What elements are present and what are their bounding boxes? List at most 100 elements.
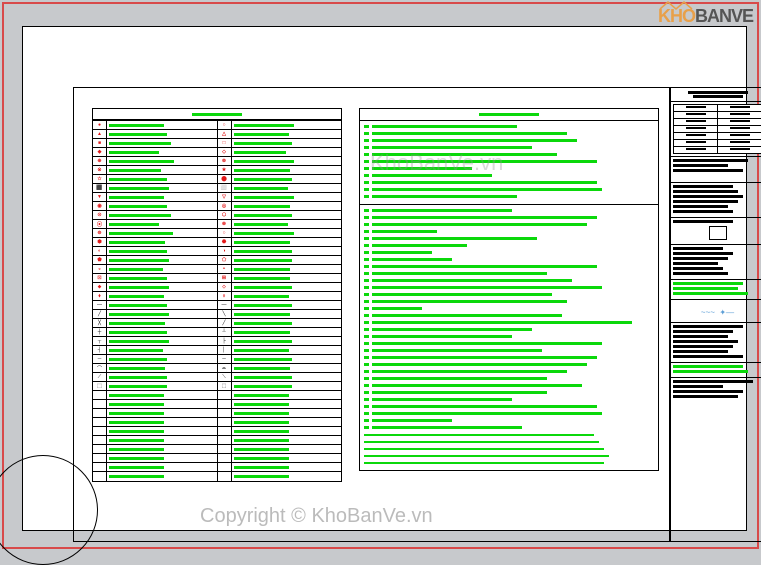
note-line [364,341,654,346]
legend-desc [232,292,342,300]
legend-symbol [93,436,107,444]
bullet-icon [364,230,369,233]
legend-desc [232,301,342,309]
legend-symbol: ⟍ [218,373,232,381]
legend-row: ⊕⊗ [93,157,341,166]
legend-row: ⌒⌓ [93,364,341,373]
legend-row [93,409,341,418]
legend-symbol: ⬡ [218,211,232,219]
legend-desc [232,247,342,255]
titleblock-section [671,363,761,378]
legend-desc [107,301,218,309]
legend-desc [232,148,342,156]
bullet-icon [364,139,369,142]
bullet-icon [364,293,369,296]
note-line [364,285,654,290]
legend-desc [107,400,218,408]
legend-symbol: ⬚ [93,382,107,390]
legend-symbol: ▼ [93,193,107,201]
legend-row [93,400,341,409]
legend-symbol: ⬟ [93,256,107,264]
legend-desc [232,202,342,210]
bullet-icon [364,391,369,394]
legend-symbol: ⬧ [93,292,107,300]
legend-symbol: ⊛ [218,220,232,228]
legend-desc [232,193,342,201]
legend-symbol [218,400,232,408]
note-line [364,250,654,255]
legend-desc [232,175,342,183]
legend-symbol: ⬢ [93,238,107,246]
legend-row: ⬛⬜ [93,184,341,193]
legend-row: ◒◓ [93,265,341,274]
note-paragraph-line [364,453,654,458]
bullet-icon [364,398,369,401]
legend-row: ▲△ [93,130,341,139]
legend-symbol: ● [93,121,107,129]
signature-sketch: ✦— [719,308,734,317]
legend-symbol: ╳ [93,319,107,327]
bullet-icon [364,209,369,212]
drawing-canvas: ●○▲△■□◆◇⊕⊗※★☆⬤⬛⬜▼▽◉◎⊙⬡⦿⊛⊚○⬢⬣◐◑⬟⬠◒◓⊡⊞⬥⬦⬧⬨… [22,26,747,531]
legend-desc [232,436,342,444]
legend-symbol: ⬤ [218,175,232,183]
note-line [364,411,654,416]
legend-symbol: ⬚ [218,382,232,390]
legend-desc [107,319,218,327]
bullet-icon [364,363,369,366]
legend-desc [107,409,218,417]
legend-symbol: ◒ [93,265,107,273]
legend-desc [232,139,342,147]
legend-desc [107,283,218,291]
legend-symbol: ○ [218,229,232,237]
legend-table: ●○▲△■□◆◇⊕⊗※★☆⬤⬛⬜▼▽◉◎⊙⬡⦿⊛⊚○⬢⬣◐◑⬟⬠◒◓⊡⊞⬥⬦⬧⬨… [92,108,342,482]
note-line [364,264,654,269]
legend-desc [107,310,218,318]
note-line [364,194,654,199]
bullet-icon [364,153,369,156]
note-line [364,369,654,374]
legend-desc [107,382,218,390]
legend-desc [232,283,342,291]
legend-symbol: □ [218,139,232,147]
titleblock-section [671,218,761,245]
legend-desc [232,256,342,264]
legend-desc [107,463,218,471]
legend-symbol: ◐ [93,247,107,255]
notes-section-2 [360,205,658,470]
note-line [364,292,654,297]
legend-symbol: ⬥ [93,283,107,291]
note-line [364,362,654,367]
legend-row: ●○ [93,121,341,130]
notes-section-1 [360,121,658,205]
note-line [364,131,654,136]
legend-desc [107,265,218,273]
note-line [364,173,654,178]
bullet-icon [364,412,369,415]
legend-desc [107,184,218,192]
legend-desc [232,310,342,318]
note-line [364,418,654,423]
legend-desc [232,418,342,426]
bullet-icon [364,356,369,359]
legend-symbol: ─ [93,355,107,363]
legend-row [93,436,341,445]
legend-symbol: ⬨ [218,292,232,300]
titleblock-section [671,245,761,280]
legend-desc [232,184,342,192]
title-block: ~~~ ✦— [669,88,761,541]
bullet-icon [364,286,369,289]
bullet-icon [364,251,369,254]
legend-desc [232,229,342,237]
legend-desc [107,337,218,345]
legend-symbol: ※ [93,166,107,174]
legend-symbol: ╱ [93,310,107,318]
bullet-icon [364,370,369,373]
legend-row: ╱╲ [93,310,341,319]
note-line [364,390,654,395]
legend-symbol: — [93,301,107,309]
legend-row [93,391,341,400]
legend-symbol [93,409,107,417]
legend-symbol [218,445,232,453]
legend-symbol: ⬛ [93,184,107,192]
